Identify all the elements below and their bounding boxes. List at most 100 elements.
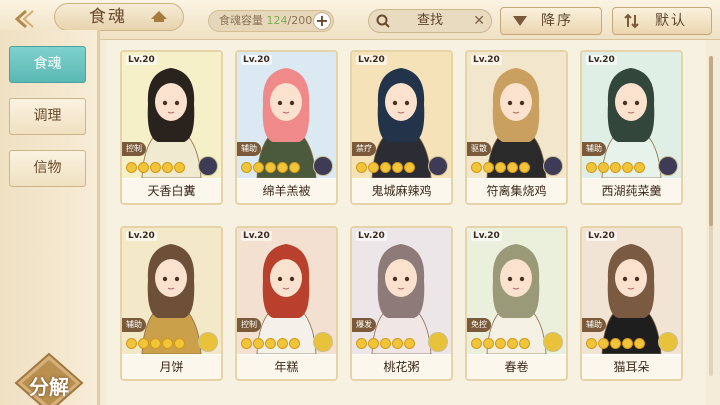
star-icon [241,338,252,349]
star-icon [356,162,367,173]
character-card[interactable]: Lv.20 辅助 月饼 [120,226,223,381]
card-name: 鬼城麻辣鸡 [352,179,451,203]
card-level: Lv.20 [586,231,617,241]
star-icon [610,162,621,173]
card-level: Lv.20 [241,231,272,241]
star-rating [356,162,415,174]
character-card[interactable]: Lv.20 辅助 猫耳朵 [580,226,683,381]
tab-food-soul[interactable]: 食魂 [9,46,86,83]
star-icon [519,338,530,349]
sort-label: 降序 [541,13,573,29]
star-icon [150,338,161,349]
role-badge: 辅助 [237,142,261,156]
card-name: 猫耳朵 [582,355,681,379]
star-icon [634,338,645,349]
back-arrow-icon [14,9,34,29]
star-icon [507,338,518,349]
search-bar[interactable]: 查找 ✕ [368,9,492,33]
star-icon [471,338,482,349]
star-icon [253,162,264,173]
star-icon [598,162,609,173]
star-icon [404,162,415,173]
capacity-max: /200 [287,14,313,27]
tab-conditioning[interactable]: 调理 [9,98,86,135]
star-icon [277,162,288,173]
search-icon [376,14,390,28]
star-icon [495,338,506,349]
search-clear-button[interactable]: ✕ [473,10,485,32]
star-rating [471,162,530,174]
star-icon [471,162,482,173]
sort-button[interactable]: 降序 [500,7,602,35]
card-level: Lv.20 [241,55,272,65]
side-panel: 食魂 调理 信物 分解 [0,30,100,405]
star-icon [356,338,367,349]
capacity-label: 食魂容量 [219,14,263,27]
element-icon [313,156,333,176]
card-level: Lv.20 [586,55,617,65]
star-icon [138,338,149,349]
character-card[interactable]: Lv.20 控制 年糕 [235,226,338,381]
star-icon [126,338,137,349]
role-badge: 免控 [467,318,491,332]
decompose-button[interactable]: 分解 [10,352,88,405]
character-card[interactable]: Lv.20 驱散 符离集烧鸡 [465,50,568,205]
star-rating [356,338,415,350]
card-name: 符离集烧鸡 [467,179,566,203]
star-icon [519,162,530,173]
default-button[interactable]: 默认 [612,7,712,35]
star-icon [586,162,597,173]
scrollbar-thumb[interactable] [709,56,713,226]
character-card[interactable]: Lv.20 辅助 西湖莼菜羹 [580,50,683,205]
star-rating [586,162,645,174]
default-label: 默认 [655,13,687,29]
star-rating [126,162,185,174]
capacity-current: 124 [266,14,288,27]
star-icon [495,162,506,173]
character-card[interactable]: Lv.20 免控 春卷 [465,226,568,381]
star-icon [126,162,137,173]
card-level: Lv.20 [356,55,387,65]
character-card[interactable]: Lv.20 辅助 绵羊羔被 [235,50,338,205]
card-name: 月饼 [122,355,221,379]
capacity-display: 食魂容量 124/200 + [208,10,334,32]
star-icon [241,162,252,173]
star-icon [586,338,597,349]
role-badge: 禁疗 [352,142,376,156]
star-icon [150,162,161,173]
character-card[interactable]: Lv.20 禁疗 鬼城麻辣鸡 [350,50,453,205]
role-badge: 控制 [122,142,146,156]
search-label: 查找 [416,13,443,28]
star-rating [471,338,530,350]
filter-icon [624,13,639,29]
star-icon [368,338,379,349]
decompose-label: 分解 [29,375,69,399]
star-icon [507,162,518,173]
star-icon [265,162,276,173]
character-card[interactable]: Lv.20 爆发 桃花粥 [350,226,453,381]
role-badge: 辅助 [122,318,146,332]
sort-arrow-icon [513,16,527,26]
star-icon [392,162,403,173]
star-icon [289,162,300,173]
scrollbar[interactable] [709,56,713,376]
star-icon [634,162,645,173]
star-rating [126,338,185,350]
element-icon [658,332,678,352]
star-icon [380,162,391,173]
tab-token[interactable]: 信物 [9,150,86,187]
star-rating [241,338,300,350]
element-icon [313,332,333,352]
star-icon [277,338,288,349]
capacity-add-button[interactable]: + [313,12,331,30]
card-level: Lv.20 [126,231,157,241]
element-icon [543,156,563,176]
star-icon [162,162,173,173]
star-icon [174,338,185,349]
star-icon [610,338,621,349]
card-name: 西湖莼菜羹 [582,179,681,203]
crest-icon [151,11,167,22]
character-card[interactable]: Lv.20 控制 天香白糞 [120,50,223,205]
star-icon [380,338,391,349]
star-rating [241,162,300,174]
